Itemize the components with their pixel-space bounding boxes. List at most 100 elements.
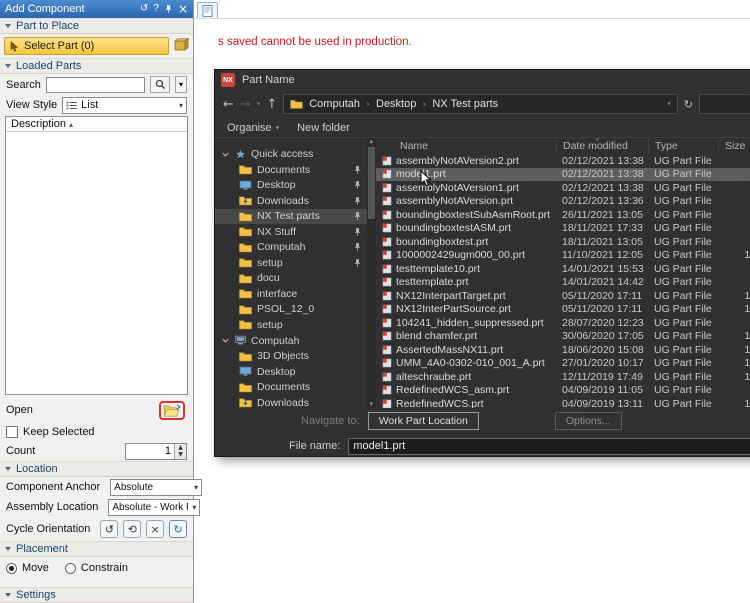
constrain-radio[interactable]	[65, 563, 76, 574]
work-part-location-button[interactable]: Work Part Location	[368, 412, 479, 430]
sidebar-item-nx-test-parts[interactable]: NX Test parts	[215, 209, 367, 225]
forward-button[interactable]: →	[240, 97, 251, 112]
chevron-down-icon[interactable]	[221, 336, 230, 345]
sidebar-item-documents[interactable]: Documents	[215, 380, 367, 396]
sidebar-group[interactable]: Quick access	[215, 146, 367, 162]
search-options-button[interactable]: ▾	[175, 76, 187, 93]
view-style-dropdown[interactable]: List ▾	[62, 97, 187, 114]
scroll-down-icon[interactable]: ▼	[370, 402, 374, 408]
sidebar-item-docu[interactable]: docu	[215, 271, 367, 287]
file-row[interactable]: NX12InterPartSource.prt05/11/2020 17:11U…	[376, 303, 750, 317]
file-row[interactable]: NX12InterpartTarget.prt05/11/2020 17:11U…	[376, 289, 750, 303]
file-row[interactable]: RedefinedWCS.prt04/09/2019 13:11UG Part …	[376, 397, 750, 408]
open-folder-button[interactable]	[163, 404, 181, 417]
help-icon[interactable]: ?	[153, 4, 159, 14]
collapse-arrow-icon	[5, 467, 11, 471]
count-spin-buttons[interactable]: ▲ ▼	[174, 444, 186, 459]
sidebar-item-computah[interactable]: Computah	[215, 240, 367, 256]
section-part-to-place[interactable]: Part to Place	[0, 18, 193, 34]
search-box[interactable]	[699, 94, 750, 114]
close-icon[interactable]: ×	[178, 4, 188, 14]
part-window-tab[interactable]	[197, 2, 218, 18]
column-header-type[interactable]: Type	[648, 138, 718, 154]
breadcrumb[interactable]: Computah›Desktop›NX Test parts ▾	[283, 94, 678, 114]
chevron-down-icon[interactable]	[221, 150, 230, 159]
scrollbar-thumb[interactable]	[368, 147, 375, 219]
assembly-location-dropdown[interactable]: Absolute - Work Part ▾	[108, 499, 200, 516]
file-row[interactable]: assemblyNotAVersion1.prt02/12/2021 13:38…	[376, 181, 750, 195]
sidebar-item-interface[interactable]: interface	[215, 286, 367, 302]
keep-selected-checkbox[interactable]	[6, 426, 18, 438]
column-header-date-modified[interactable]: ∨ Date modified	[556, 138, 648, 154]
sidebar-item-downloads[interactable]: Downloads	[215, 193, 367, 209]
clear-orientation-icon[interactable]: ×	[146, 520, 164, 538]
rotate-cycle-icon[interactable]: ⟲	[123, 520, 141, 538]
section-location[interactable]: Location	[0, 461, 193, 477]
new-folder-button[interactable]: New folder	[297, 122, 350, 134]
rotate-cw-icon[interactable]: ↻	[169, 520, 187, 538]
file-row[interactable]: 104241_hidden_suppressed.prt28/07/2020 1…	[376, 316, 750, 330]
organise-button[interactable]: Organise ▾	[227, 122, 279, 134]
section-settings[interactable]: Settings	[0, 587, 193, 603]
sidebar-item-setup[interactable]: setup	[215, 255, 367, 271]
scroll-up-icon[interactable]: ▲	[370, 139, 374, 145]
breadcrumb-segment[interactable]: Desktop	[376, 98, 416, 110]
refresh-icon[interactable]: ↻	[684, 98, 693, 111]
file-row[interactable]: assemblyNotAVersion2.prt02/12/2021 13:38…	[376, 154, 750, 168]
search-button[interactable]	[150, 76, 170, 93]
column-header-name[interactable]: Name	[376, 138, 556, 154]
spin-down-icon[interactable]: ▼	[175, 451, 186, 459]
spin-up-icon[interactable]: ▲	[175, 444, 186, 452]
breadcrumb-segment[interactable]: Computah	[309, 98, 360, 110]
file-row[interactable]: UMM_4A0-0302-010_001_A.prt27/01/2020 10:…	[376, 357, 750, 371]
file-row[interactable]: alteschraube.prt12/11/2019 17:49UG Part …	[376, 370, 750, 384]
breadcrumb-segment[interactable]: NX Test parts	[432, 98, 498, 110]
add-component-titlebar[interactable]: Add Component ↺ ? ×	[0, 0, 193, 18]
part-icon[interactable]	[174, 38, 189, 55]
file-row[interactable]: boundingboxtest.prt18/11/2021 13:05UG Pa…	[376, 235, 750, 249]
section-loaded-parts[interactable]: Loaded Parts	[0, 58, 193, 74]
sidebar-item-downloads[interactable]: Downloads	[215, 395, 367, 408]
breadcrumb-dropdown-icon[interactable]: ▾	[667, 100, 671, 108]
file-row[interactable]: RedefinedWCS_asm.prt04/09/2019 11:05UG P…	[376, 384, 750, 398]
sidebar-item-nx-stuff[interactable]: NX Stuff	[215, 224, 367, 240]
file-name-input[interactable]	[348, 438, 750, 455]
sidebar-item-3d-objects[interactable]: 3D Objects	[215, 349, 367, 365]
part-name-titlebar[interactable]: NX Part Name	[215, 70, 750, 90]
file-row[interactable]: assemblyNotAVersion.prt02/12/2021 13:36U…	[376, 195, 750, 209]
file-row[interactable]: boundingboxtestASM.prt18/11/2021 17:33UG…	[376, 222, 750, 236]
file-row[interactable]: boundingboxtestSubAsmRoot.prt26/11/2021 …	[376, 208, 750, 222]
reset-icon[interactable]: ↺	[140, 4, 148, 14]
file-row[interactable]: model1.prt02/12/2021 13:38UG Part File6	[376, 168, 750, 182]
sidebar-item-setup[interactable]: setup	[215, 317, 367, 333]
column-header-size[interactable]: Size	[718, 138, 750, 154]
description-column-header[interactable]: Description ▴	[6, 117, 187, 132]
sidebar-item-documents[interactable]: Documents	[215, 162, 367, 178]
file-date-modified: 14/01/2021 15:53	[556, 263, 648, 275]
sidebar-item-psol-12-0[interactable]: PSOL_12_0	[215, 302, 367, 318]
pin-icon[interactable]	[164, 4, 173, 14]
select-part-field[interactable]: Select Part (0)	[4, 37, 169, 55]
sidebar-item-desktop[interactable]: Desktop	[215, 364, 367, 380]
file-row[interactable]: blend chamfer.prt30/06/2020 17:05UG Part…	[376, 330, 750, 344]
history-dropdown-icon[interactable]: ▾	[257, 100, 261, 108]
file-row[interactable]: AssertedMassNX11.prt18/06/2020 15:08UG P…	[376, 343, 750, 357]
file-row[interactable]: testtemplate.prt14/01/2021 14:42UG Part …	[376, 276, 750, 290]
loaded-parts-list-body[interactable]	[6, 132, 187, 394]
search-input[interactable]	[46, 77, 145, 93]
count-spinner[interactable]: ▲ ▼	[125, 443, 187, 460]
section-placement[interactable]: Placement	[0, 541, 193, 557]
move-radio[interactable]	[6, 563, 17, 574]
file-row[interactable]: 1000002429ugm000_00.prt11/10/2021 12:05U…	[376, 249, 750, 263]
count-input[interactable]	[126, 444, 174, 459]
sidebar-group[interactable]: Computah	[215, 333, 367, 349]
component-anchor-dropdown[interactable]: Absolute ▾	[110, 479, 202, 496]
rotate-ccw-icon[interactable]: ↺	[100, 520, 118, 538]
back-button[interactable]: ←	[223, 97, 234, 112]
up-button[interactable]: ↑	[266, 97, 277, 112]
sidebar-scrollbar[interactable]: ▲ ▼	[367, 138, 376, 408]
sidebar-item-desktop[interactable]: Desktop	[215, 178, 367, 194]
loaded-parts-list[interactable]: Description ▴	[5, 116, 188, 395]
options-button[interactable]: Options...	[555, 412, 622, 430]
file-row[interactable]: testtemplate10.prt14/01/2021 15:53UG Par…	[376, 262, 750, 276]
